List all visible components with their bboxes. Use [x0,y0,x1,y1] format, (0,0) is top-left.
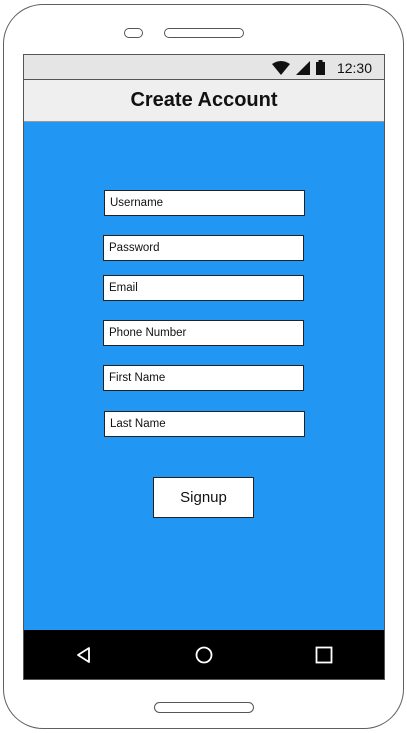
front-sensor [124,28,143,38]
wifi-icon [271,60,290,75]
signup-button[interactable]: Signup [153,477,254,518]
page-title: Create Account [130,89,278,111]
status-bar: 12:30 [24,55,384,80]
signal-icon [295,60,310,75]
phone-number-input[interactable] [103,320,304,346]
recents-icon [315,646,333,663]
password-input[interactable] [103,235,304,261]
back-icon [77,646,90,663]
app-bar: Create Account [24,80,384,122]
screen: 12:30 Create Account Signup [23,54,385,680]
battery-icon [315,60,325,75]
first-name-input[interactable] [103,365,304,391]
navigation-bar [24,630,384,679]
hardware-home-button[interactable] [154,702,254,713]
home-icon [195,646,213,663]
earpiece-speaker [164,28,244,38]
nav-recents-button[interactable] [304,635,344,675]
status-icons: 12:30 [271,55,372,80]
last-name-input[interactable] [104,411,305,437]
email-input[interactable] [103,275,304,301]
username-input[interactable] [104,190,305,216]
status-time: 12:30 [336,59,372,76]
nav-home-button[interactable] [184,635,224,675]
nav-back-button[interactable] [64,635,104,675]
